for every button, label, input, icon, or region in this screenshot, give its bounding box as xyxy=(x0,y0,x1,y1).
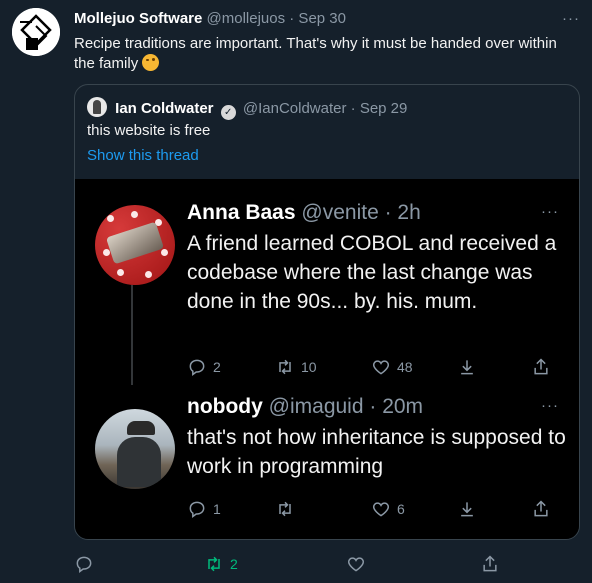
show-thread-link[interactable]: Show this thread xyxy=(87,147,199,164)
retweet-action xyxy=(275,499,301,519)
reply-actions: 2 10 48 xyxy=(187,357,567,379)
tweet-text: Recipe traditions are important. That's … xyxy=(74,34,574,74)
share-action xyxy=(531,357,551,377)
author-meta: @imaguid · 20m xyxy=(268,395,424,418)
verified-badge-icon: ✓ xyxy=(220,105,236,120)
tweet-header: Mollejuo Software @mollejuos · Sep 30 xyxy=(74,10,346,27)
like-count: 6 xyxy=(397,501,405,517)
author-name: Ian Coldwater xyxy=(115,100,214,117)
download-icon xyxy=(461,360,473,375)
like-icon xyxy=(347,557,365,572)
quoted-tweet-header: Ian Coldwater ✓ @IanColdwater · Sep 29 xyxy=(87,97,407,120)
thread-connector xyxy=(131,285,133,385)
quoted-tweet[interactable]: Ian Coldwater ✓ @IanColdwater · Sep 29 t… xyxy=(74,84,580,540)
reply-icon xyxy=(189,501,205,518)
reply-action: 1 xyxy=(187,499,221,519)
reply-count: 1 xyxy=(213,501,221,517)
share-icon xyxy=(534,500,548,517)
share-action xyxy=(531,499,551,519)
author-meta: @venite · 2h xyxy=(301,201,421,224)
retweet-action: 10 xyxy=(275,357,317,377)
wink-emoji-icon xyxy=(142,54,160,71)
embedded-screenshot: Anna Baas @venite · 2h ··· A friend lear… xyxy=(75,179,579,539)
reply-icon xyxy=(76,556,92,573)
retweet-icon xyxy=(279,359,291,375)
like-icon xyxy=(372,502,390,517)
reply-header: Anna Baas @venite · 2h xyxy=(187,201,421,225)
reply-action: 2 xyxy=(187,357,221,377)
retweet-button[interactable]: 2 xyxy=(204,554,238,574)
share-button[interactable] xyxy=(480,554,500,574)
download-action xyxy=(457,499,477,519)
reply-header: nobody @imaguid · 20m xyxy=(187,395,423,419)
like-count: 48 xyxy=(397,359,413,375)
reply-text: A friend learned COBOL and received a co… xyxy=(187,232,557,313)
more-icon: ··· xyxy=(541,397,559,414)
avatar xyxy=(95,205,175,285)
reply-count: 2 xyxy=(213,359,221,375)
like-action: 6 xyxy=(371,499,405,519)
reply-icon xyxy=(189,359,205,376)
retweet-count: 10 xyxy=(301,359,317,375)
author-meta[interactable]: @mollejuos · Sep 30 xyxy=(207,10,346,27)
download-action xyxy=(457,357,477,377)
reply-button[interactable] xyxy=(74,554,94,574)
share-icon xyxy=(534,358,548,375)
tweet-actions: 2 xyxy=(74,554,504,576)
more-icon[interactable]: ··· xyxy=(562,11,580,26)
author-name: nobody xyxy=(187,395,263,418)
reply-text: that's not how inheritance is supposed t… xyxy=(187,426,566,478)
like-button[interactable] xyxy=(346,554,366,574)
quoted-tweet-text: this website is free xyxy=(87,122,211,139)
like-icon xyxy=(372,360,390,375)
avatar xyxy=(95,409,175,489)
author-name[interactable]: Mollejuo Software xyxy=(74,10,202,27)
logo-icon xyxy=(12,8,60,56)
avatar[interactable] xyxy=(12,8,60,56)
retweet-icon xyxy=(208,556,220,572)
share-icon xyxy=(483,555,497,572)
like-action: 48 xyxy=(371,357,413,377)
author-name: Anna Baas xyxy=(187,201,296,224)
reply-actions: 1 6 xyxy=(187,499,567,521)
avatar xyxy=(87,97,107,117)
author-meta: @IanColdwater · Sep 29 xyxy=(242,100,408,117)
retweet-icon xyxy=(279,501,291,517)
retweet-count: 2 xyxy=(230,556,238,572)
more-icon: ··· xyxy=(541,203,559,220)
download-icon xyxy=(461,502,473,517)
